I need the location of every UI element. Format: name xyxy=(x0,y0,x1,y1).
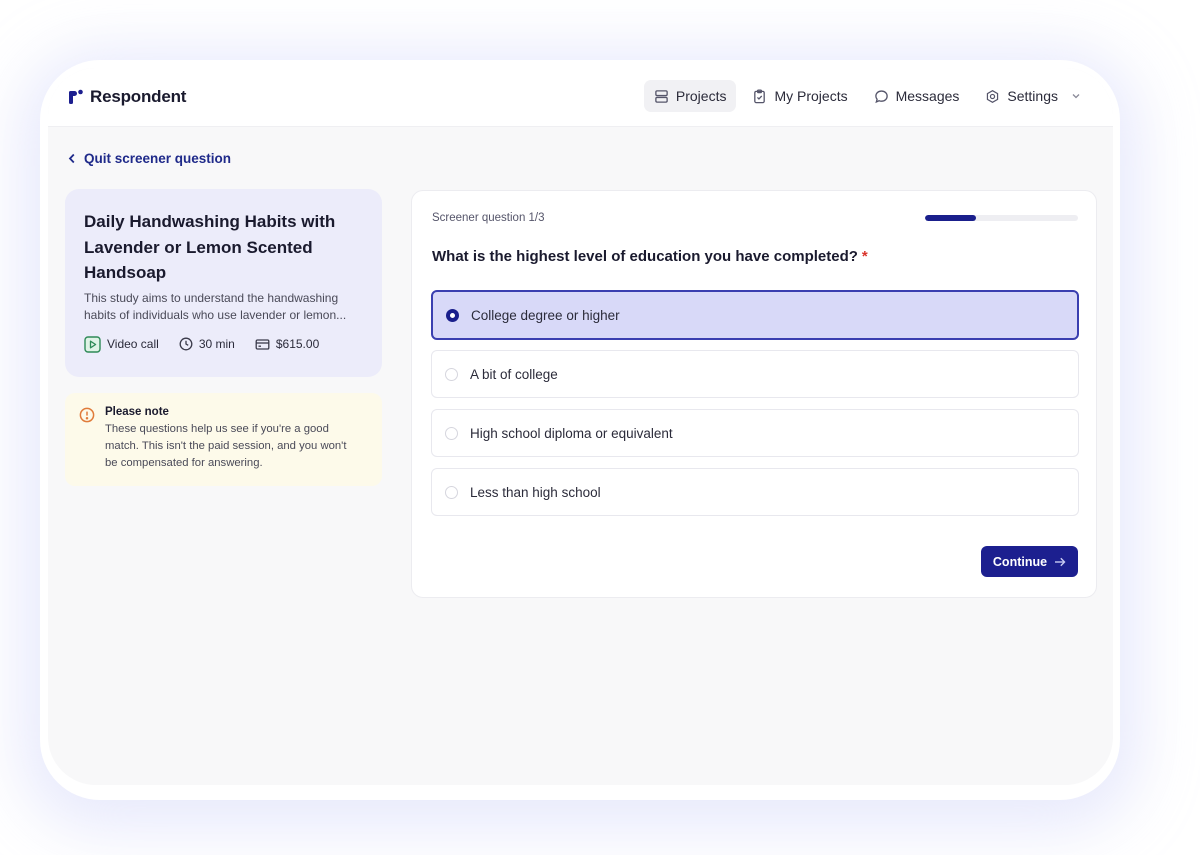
radio-button[interactable] xyxy=(445,367,458,381)
main-nav: Projects My Projects Messages Settings xyxy=(643,80,1091,112)
answer-option[interactable]: College degree or higher xyxy=(431,290,1079,340)
gear-icon xyxy=(987,89,999,103)
chevron-down-icon xyxy=(1072,94,1080,99)
server-icon xyxy=(655,89,668,103)
chat-bubble-icon xyxy=(874,89,888,103)
study-meta: Video call 30 min $615.00 xyxy=(84,335,363,353)
nav-my-projects-label: My Projects xyxy=(774,88,848,104)
cash-icon xyxy=(255,338,270,350)
study-description-line: habits of individuals who use lavender o… xyxy=(84,307,347,322)
video-call-icon xyxy=(84,335,101,353)
study-incentive-label: $615.00 xyxy=(275,337,320,351)
screener-question-text: What is the highest level of education y… xyxy=(432,248,858,265)
screener-step-label: Screener question 1/3 xyxy=(432,212,545,224)
screener-question: What is the highest level of education y… xyxy=(432,248,868,265)
arrow-right-icon xyxy=(1055,557,1066,566)
alert-circle-icon xyxy=(79,407,95,423)
radio-button[interactable] xyxy=(445,426,458,440)
continue-button-label: Continue xyxy=(992,554,1048,569)
quit-screener-label: Quit screener question xyxy=(84,151,232,166)
study-description-line: This study aims to understand the handwa… xyxy=(84,290,339,305)
clipboard-check-icon xyxy=(754,88,766,103)
radio-button[interactable] xyxy=(445,485,458,499)
study-duration: 30 min xyxy=(179,337,235,351)
answer-option-label: Less than high school xyxy=(470,484,601,500)
note-title: Please note xyxy=(105,406,169,418)
study-title-line: Handsoap xyxy=(84,263,167,282)
screener-question-card: Screener question 1/3 What is the highes… xyxy=(411,190,1097,598)
clock-icon xyxy=(179,337,193,351)
answer-options: College degree or higher A bit of colleg… xyxy=(431,290,1079,527)
note-content: Please note These questions help us see … xyxy=(105,406,360,486)
required-mark: * xyxy=(861,248,868,265)
note-body: These questions help us see if you're a … xyxy=(105,423,347,469)
logo[interactable]: Respondent xyxy=(68,87,186,107)
answer-option-label: College degree or higher xyxy=(471,307,620,323)
screener-progress-bar xyxy=(925,215,1078,221)
respondent-logo-icon xyxy=(69,89,83,104)
study-title-line: Lavender or Lemon Scented xyxy=(84,237,313,257)
app-window: Respondent Projects My Projects Messages… xyxy=(48,68,1113,785)
answer-option[interactable]: Less than high school xyxy=(431,468,1079,516)
quit-screener-link[interactable]: Quit screener question xyxy=(68,151,231,166)
study-type: Video call xyxy=(84,335,159,353)
study-description: This study aims to understand the handwa… xyxy=(84,290,363,324)
nav-settings-label: Settings xyxy=(1007,88,1058,104)
study-title-line: Daily Handwashing Habits with xyxy=(84,212,336,231)
study-title: Daily Handwashing Habits with Lavender o… xyxy=(84,209,363,286)
study-incentive: $615.00 xyxy=(255,337,319,351)
radio-button-checked[interactable] xyxy=(446,308,459,322)
please-note-callout: Please note These questions help us see … xyxy=(65,393,382,486)
app-name: Respondent xyxy=(90,87,187,106)
page: Respondent Projects My Projects Messages… xyxy=(0,0,1200,855)
answer-option-label: High school diploma or equivalent xyxy=(470,425,673,441)
answer-option-label: A bit of college xyxy=(470,366,558,382)
study-duration-label: 30 min xyxy=(198,337,235,351)
nav-my-projects[interactable]: My Projects xyxy=(742,80,857,112)
nav-messages[interactable]: Messages xyxy=(864,80,970,112)
answer-option[interactable]: A bit of college xyxy=(431,350,1079,398)
top-nav-bar: Respondent Projects My Projects Messages… xyxy=(48,68,1113,127)
continue-button[interactable]: Continue xyxy=(981,546,1078,577)
nav-settings[interactable]: Settings xyxy=(975,80,1091,112)
study-card: Daily Handwashing Habits with Lavender o… xyxy=(65,189,382,377)
nav-projects[interactable]: Projects xyxy=(643,80,737,112)
answer-option[interactable]: High school diploma or equivalent xyxy=(431,409,1079,457)
chevron-left-icon xyxy=(68,153,75,164)
nav-projects-label: Projects xyxy=(675,88,727,104)
study-type-label: Video call xyxy=(107,337,159,351)
nav-messages-label: Messages xyxy=(895,88,960,104)
screener-progress-fill xyxy=(925,215,976,221)
